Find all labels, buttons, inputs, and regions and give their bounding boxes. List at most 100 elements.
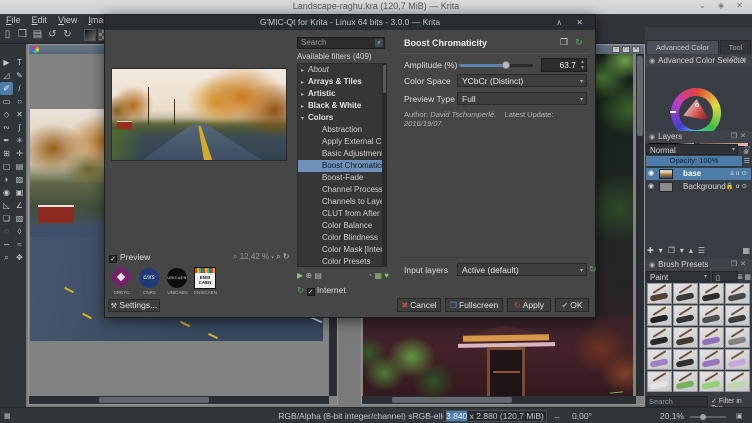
tool-multibrush[interactable]: ✳ <box>13 134 26 147</box>
preset-category-dropdown[interactable]: Paint ▾ <box>646 271 710 282</box>
filter-boost-fade[interactable]: Boost-Fade <box>298 172 386 184</box>
brush-preset[interactable] <box>725 327 750 348</box>
list-view-icon[interactable]: ≣ <box>737 273 743 281</box>
brush-preset[interactable] <box>673 283 698 304</box>
tool-rectangle[interactable]: ▭ <box>0 95 13 108</box>
tool-calligraphy[interactable]: ✎ <box>13 69 26 82</box>
menu-edit[interactable]: Edit <box>32 14 48 27</box>
chevron-down-icon[interactable]: ▾ <box>271 255 274 261</box>
dialog-titlebar[interactable]: G'MIC-Qt for Krita - Linux 64 bits - 3.0… <box>105 15 595 30</box>
layer-lock-alpha-icons[interactable]: 🔒α⊙ <box>726 181 749 193</box>
brush-preset[interactable] <box>699 327 724 348</box>
layer-properties-button[interactable]: ☰ <box>698 246 705 255</box>
tool-crop[interactable]: ▢ <box>0 160 13 173</box>
tool-move[interactable]: ✛ <box>13 147 26 160</box>
preview-zoom-value[interactable]: 12,42 % <box>240 252 269 261</box>
layer-row-base[interactable]: ◉ base aα⊙ <box>646 168 751 180</box>
delete-layer-button[interactable]: ▦ <box>742 246 750 255</box>
tool-edit-shapes[interactable]: ◿ <box>0 69 13 82</box>
filter-abstraction[interactable]: Abstraction <box>298 124 386 136</box>
filter-color-mask-interactive-[interactable]: Color Mask [Interactive] <box>298 244 386 256</box>
save-fave-icon[interactable]: ▤ <box>314 271 322 280</box>
docker-float-close-icons[interactable]: ❐✕ <box>731 55 749 67</box>
tool-polyline[interactable]: ✕ <box>13 108 26 121</box>
filter-colors[interactable]: ▾ Colors <box>298 112 386 124</box>
splitter-handle[interactable]: ∙ ∙ ∙ <box>292 154 295 179</box>
collapsed-arrow-icon[interactable]: ▸ <box>301 77 308 88</box>
brush-preset[interactable] <box>699 305 724 326</box>
filter-black-white[interactable]: ▸ Black & White <box>298 100 386 112</box>
brush-preset[interactable] <box>725 371 750 392</box>
tool-line[interactable]: / <box>13 82 26 95</box>
refresh-filters-icon[interactable]: ↻ <box>297 285 304 295</box>
vertical-scrollbar[interactable] <box>636 54 644 396</box>
tool-reference-images[interactable]: ❏ <box>0 212 13 225</box>
tool-select-similar[interactable]: ≈ <box>13 238 26 251</box>
tool-bezier-curve[interactable]: ∾ <box>0 121 13 134</box>
filter-basic-adjustments[interactable]: Basic Adjustments <box>298 148 386 160</box>
filter-channels-to-layers[interactable]: Channels to Layers <box>298 196 386 208</box>
cancel-button[interactable]: ✖ Cancel <box>397 298 441 312</box>
menu-file[interactable]: File <box>6 14 21 27</box>
filter-arrays-tiles[interactable]: ▸ Arrays & Tiles <box>298 76 386 88</box>
brush-preset[interactable] <box>673 349 698 370</box>
reset-zoom-icon[interactable]: ↻ <box>283 252 290 261</box>
tool-pattern-edit[interactable]: ▨ <box>13 173 26 186</box>
tool-color-sampler[interactable]: ◗ <box>0 173 13 186</box>
color-space-dropdown[interactable]: YCbCr (Distinct) ▾ <box>457 74 587 87</box>
brush-preset[interactable] <box>647 327 672 348</box>
add-layer-chevron-icon[interactable]: ▾ <box>659 246 663 255</box>
checkbox-icon[interactable]: ✓ <box>109 255 117 263</box>
amplitude-slider-handle[interactable] <box>502 61 511 69</box>
subwindow-minimize-button[interactable]: – <box>612 46 620 53</box>
tool-freehand-brush[interactable]: ✐ <box>0 82 13 95</box>
brush-preset[interactable] <box>673 305 698 326</box>
tool-enclose-fill[interactable]: ▣ <box>13 186 26 199</box>
brush-preset[interactable] <box>725 283 750 304</box>
save-icon[interactable]: ▤ <box>30 27 45 43</box>
tool-select-shapes[interactable]: ▶ <box>0 56 13 69</box>
rename-fave-icon[interactable]: ⊕ <box>305 271 312 280</box>
layer-row-background[interactable]: ◉ Background 🔒α⊙ <box>646 181 751 193</box>
redo-icon[interactable]: ↻ <box>60 27 75 43</box>
move-layer-up-button[interactable]: ▴ <box>689 246 693 255</box>
scrollbar-thumb[interactable] <box>392 397 512 403</box>
subwindow-close-button[interactable]: ✕ <box>632 46 640 53</box>
open-document-icon[interactable]: ❒ <box>15 27 30 43</box>
brush-preset[interactable] <box>673 327 698 348</box>
docker-float-close-icons[interactable]: ❐✕ <box>731 259 749 271</box>
collapsed-arrow-icon[interactable]: ▸ <box>301 89 308 100</box>
tab-tool-options[interactable]: Tool Opt... <box>720 40 751 66</box>
tool-dynamic-brush[interactable]: ✒ <box>0 134 13 147</box>
horizontal-scrollbar[interactable] <box>29 396 329 404</box>
opacity-slider[interactable]: Opacity: 100% <box>646 156 742 166</box>
blend-mode-dropdown[interactable]: Normal ▾ <box>646 144 738 155</box>
brush-preset[interactable] <box>725 349 750 370</box>
faves-heart-icon[interactable]: ♥ <box>384 271 389 280</box>
filter-artistic[interactable]: ▸ Artistic <box>298 88 386 100</box>
expand-icon[interactable]: ◔ <box>367 271 372 280</box>
amplitude-spinbox[interactable]: 63.7 ▲ ▼ <box>541 58 587 72</box>
duplicate-layer-button[interactable]: ❐ <box>668 246 675 255</box>
brush-preset[interactable] <box>699 283 724 304</box>
copy-and-reset-icons[interactable]: ❐↻ <box>560 37 590 48</box>
window-controls[interactable]: ⌄ ◈ ✕ <box>699 1 748 10</box>
layer-menu-icon[interactable]: ☰ <box>744 157 750 165</box>
new-document-icon[interactable]: ▯ <box>0 27 15 43</box>
tool-polygon[interactable]: ◇ <box>0 108 13 121</box>
brush-preset[interactable] <box>647 283 672 304</box>
spinner-arrows-icon[interactable]: ▲ ▼ <box>580 59 585 71</box>
collapsed-arrow-icon[interactable]: ▸ <box>301 101 308 112</box>
move-layer-down-button[interactable]: ▾ <box>680 246 684 255</box>
checkbox-icon[interactable]: ✓ <box>306 288 315 296</box>
filter-color-presets[interactable]: Color Presets <box>298 256 386 266</box>
add-fave-icon[interactable]: ▶ <box>297 271 303 280</box>
brush-preset[interactable] <box>647 305 672 326</box>
tag-button[interactable]: ▯ Tag <box>712 271 738 292</box>
add-layer-button[interactable]: ✚ <box>647 246 654 255</box>
preview-type-dropdown[interactable]: Full ▾ <box>457 92 587 105</box>
zoom-in-icon[interactable]: ⌕ <box>276 252 280 261</box>
tool-gradient[interactable]: ▤ <box>13 160 26 173</box>
dialog-shade-close-icons[interactable]: ∧ ✕ <box>556 15 589 30</box>
brush-preset[interactable] <box>647 371 672 392</box>
